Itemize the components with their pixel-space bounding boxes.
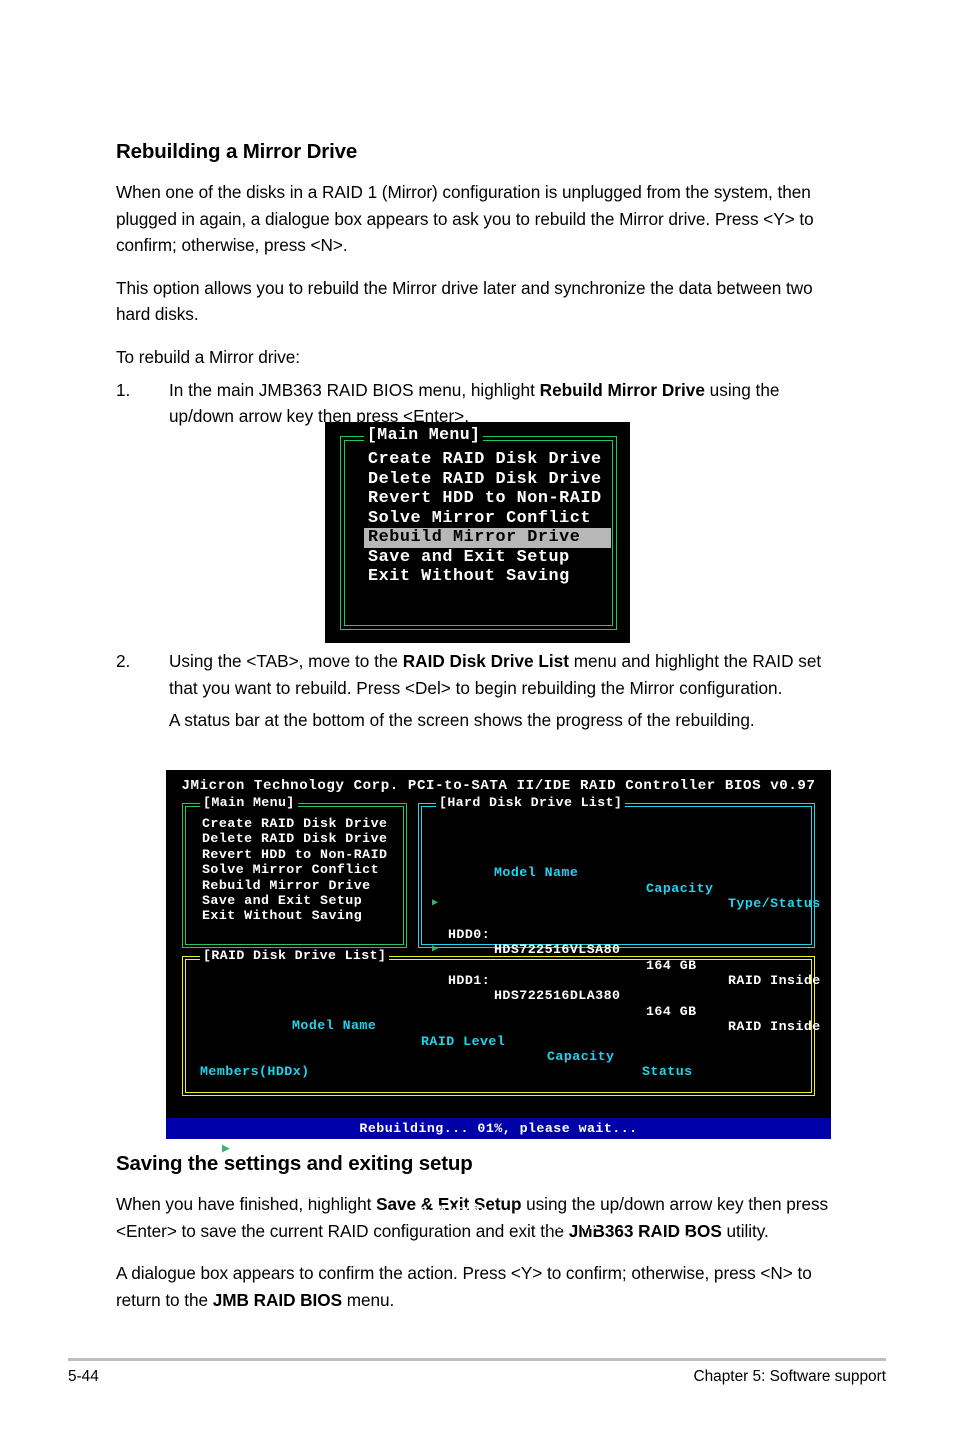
hard-disk-drive-list-panel: [Hard Disk Drive List] Model Name Capaci…	[418, 796, 820, 1034]
footer-chapter: Chapter 5: Software support	[693, 1368, 887, 1385]
dialogue-emphasis: JMB RAID BIOS	[212, 1289, 342, 1310]
menu-item-rebuild-mirror-drive[interactable]: Rebuild Mirror Drive	[202, 878, 387, 893]
menu-item-revert-hdd[interactable]: Revert HDD to Non-RAID	[366, 489, 611, 509]
step-1-number: 1.	[116, 379, 131, 400]
step-2-emphasis: RAID Disk Drive List	[402, 651, 569, 671]
hdd-id: HDD0:	[448, 926, 491, 942]
step-1-text-a: In the main JMB363 RAID BIOS menu, highl…	[169, 379, 540, 400]
menu-item-create-raid[interactable]: Create RAID Disk Drive	[202, 816, 387, 831]
row-marker-icon: ▶	[432, 898, 439, 910]
raid-disk-drive-table: Model Name RAID Level Capacity Status Me…	[200, 972, 800, 1264]
step-2-note: A status bar at the bottom of the screen…	[169, 710, 755, 731]
instructions-lead-in: To rebuild a Mirror drive:	[116, 346, 301, 367]
page-title: Rebuilding a Mirror Drive	[116, 140, 358, 163]
main-menu-panel: [Main Menu] Create RAID Disk Drive Delet…	[340, 426, 617, 630]
column-header-members: Members(HDDx)	[200, 1064, 310, 1080]
column-header-raid-level: RAID Level	[421, 1033, 506, 1049]
table-header-row: Model Name RAID Level Capacity Status	[200, 1003, 800, 1079]
column-header-capacity: Capacity	[646, 880, 714, 896]
menu-item-save-and-exit[interactable]: Save and Exit Setup	[202, 893, 387, 908]
step-2-number: 2.	[116, 651, 131, 671]
row-marker-icon: ▶	[222, 1141, 231, 1157]
main-menu-list-2: Create RAID Disk Drive Delete RAID Disk …	[202, 816, 387, 924]
menu-item-delete-raid[interactable]: Delete RAID Disk Drive	[366, 470, 611, 490]
page-content-continued: 2. Using the <TAB>, move to the RAID Dis…	[116, 648, 838, 734]
page-content: Rebuilding a Mirror Drive When one of th…	[116, 140, 838, 436]
main-menu-list: Create RAID Disk Drive Delete RAID Disk …	[364, 450, 611, 587]
hdd-capacity: 164 GB	[646, 957, 697, 973]
raid-disk-drive-list-title: [RAID Disk Drive List]	[200, 949, 390, 962]
main-menu-panel-2: [Main Menu] Create RAID Disk Drive Delet…	[182, 796, 407, 948]
table-row[interactable]: ▶ RDD0: JRAID 1-Mirror XXX GB Rebuild 01	[200, 1141, 800, 1264]
table-row[interactable]: ▶ HDD1: HDS722516DLA380 164 GB RAID Insi…	[432, 942, 820, 1034]
main-menu-panel-title: [Main Menu]	[364, 426, 484, 444]
menu-item-solve-mirror-conflict[interactable]: Solve Mirror Conflict	[202, 862, 387, 877]
raid-disk-drive-list-panel: [RAID Disk Drive List] Model Name RAID L…	[182, 949, 815, 1264]
rdd-model-name: JRAID	[292, 1187, 335, 1203]
menu-item-exit-without-saving[interactable]: Exit Without Saving	[366, 567, 611, 587]
menu-item-save-and-exit[interactable]: Save and Exit Setup	[366, 548, 611, 568]
column-header-model-name: Model Name	[292, 1018, 377, 1034]
table-subheader-row: Members(HDDx)	[200, 1049, 800, 1079]
column-header-model-name: Model Name	[494, 865, 579, 881]
hard-disk-drive-table: Model Name Capacity Type/Status ▶ HDD0: …	[432, 819, 820, 1034]
rdd-capacity: XXX GB	[547, 1218, 598, 1234]
rdd-status: Rebuild	[642, 1233, 702, 1249]
menu-item-create-raid[interactable]: Create RAID Disk Drive	[366, 450, 611, 470]
rdd-id: RDD0:	[244, 1172, 287, 1188]
row-marker-icon: ▶	[432, 944, 439, 956]
menu-item-exit-without-saving[interactable]: Exit Without Saving	[202, 908, 387, 923]
rdd-raid-level: 1-Mirror	[421, 1203, 489, 1219]
menu-item-solve-mirror-conflict[interactable]: Solve Mirror Conflict	[366, 509, 611, 529]
footer: 5-44 Chapter 5: Software support	[68, 1368, 886, 1386]
rdd-members: 01	[740, 1249, 757, 1265]
dialogue-text-b: menu.	[342, 1289, 395, 1310]
intro-paragraph-2: This option allows you to rebuild the Mi…	[116, 277, 813, 325]
step-2: 2. Using the <TAB>, move to the RAID Dis…	[116, 648, 838, 701]
intro-paragraph-1: When one of the disks in a RAID 1 (Mirro…	[116, 182, 814, 256]
step-1-emphasis: Rebuild Mirror Drive	[539, 379, 705, 400]
menu-item-delete-raid[interactable]: Delete RAID Disk Drive	[202, 831, 387, 846]
footer-page-number: 5-44	[68, 1368, 99, 1385]
hard-disk-drive-list-title: [Hard Disk Drive List]	[436, 796, 626, 809]
table-header-row: Model Name Capacity Type/Status	[432, 850, 820, 911]
column-header-status: Status	[642, 1064, 693, 1080]
bios-title-bar: JMicron Technology Corp. PCI-to-SATA II/…	[181, 778, 816, 794]
bios-screenshot-main-menu: [Main Menu] Create RAID Disk Drive Delet…	[325, 422, 630, 643]
step-2-text-a: Using the <TAB>, move to the	[169, 651, 403, 671]
menu-item-revert-hdd[interactable]: Revert HDD to Non-RAID	[202, 847, 387, 862]
menu-item-rebuild-mirror-drive[interactable]: Rebuild Mirror Drive	[364, 528, 611, 548]
table-spacer-row	[200, 1095, 800, 1110]
document-page: Rebuilding a Mirror Drive When one of th…	[0, 0, 954, 1438]
table-row[interactable]: ▶ HDD0: HDS722516VLSA80 164 GB RAID Insi…	[432, 896, 820, 988]
bios-screenshot-rebuilding: JMicron Technology Corp. PCI-to-SATA II/…	[166, 770, 831, 1264]
saving-text-c: utility.	[721, 1220, 769, 1241]
step-2-text: Using the <TAB>, move to the RAID Disk D…	[169, 648, 838, 701]
footer-divider	[68, 1358, 886, 1361]
main-menu-panel-2-title: [Main Menu]	[200, 796, 298, 809]
